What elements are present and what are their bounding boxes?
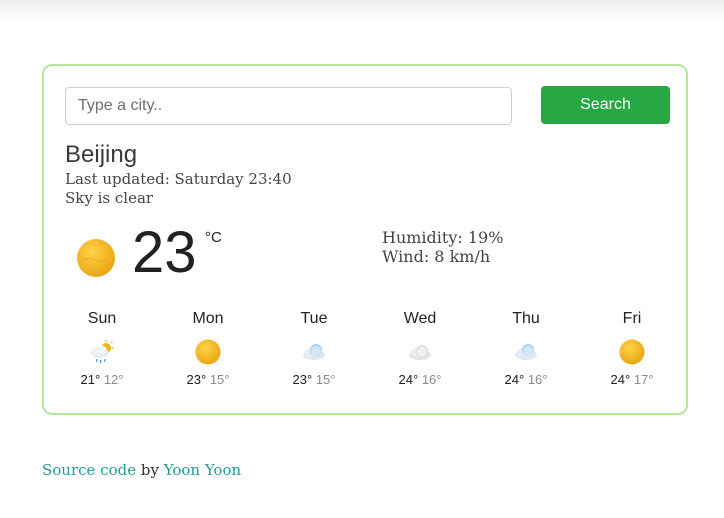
forecast-high: 24°: [398, 372, 419, 387]
weather-card: Search Beijing Last updated: Saturday 23…: [42, 64, 688, 415]
forecast-day-name: Fri: [622, 310, 642, 327]
forecast-day: Mon 23° 15°: [168, 310, 248, 387]
forecast-day: Tue 23° 15°: [274, 310, 354, 387]
weather-description: Sky is clear: [65, 189, 154, 207]
footer-by-text: by: [136, 461, 164, 479]
forecast-high: 24°: [504, 372, 525, 387]
sun-icon: [77, 239, 115, 277]
forecast-high: 23°: [292, 372, 313, 387]
cloud-gray-icon: [409, 345, 431, 360]
forecast-low: 16°: [527, 372, 548, 387]
sun-icon: [195, 339, 221, 365]
forecast-day: Wed 24° 16°: [380, 310, 460, 387]
city-name: Beijing: [65, 141, 138, 168]
wind: Wind: 8 km/h: [382, 247, 491, 266]
author-link[interactable]: Yoon Yoon: [164, 461, 241, 479]
forecast-low: 15°: [315, 372, 336, 387]
current-temperature: 23: [132, 220, 197, 285]
humidity: Humidity: 19%: [382, 228, 504, 247]
forecast-day-name: Sun: [87, 310, 117, 327]
cloud-icon: [515, 344, 537, 360]
forecast-low: 16°: [421, 372, 442, 387]
forecast-day: Fri 24° 17°: [592, 310, 672, 387]
forecast-day-name: Thu: [512, 310, 540, 327]
cloud-icon: [303, 344, 325, 360]
search-button[interactable]: Search: [541, 86, 670, 124]
footer: Source code by Yoon Yoon: [42, 461, 241, 479]
forecast-low: 15°: [209, 372, 230, 387]
forecast-day: Thu 24° 16°: [486, 310, 566, 387]
forecast-high: 24°: [610, 372, 631, 387]
forecast-low: 17°: [633, 372, 654, 387]
forecast-day: Sun 21° 12°: [62, 310, 142, 387]
forecast-day-name: Mon: [192, 310, 224, 327]
top-shadow: [0, 0, 724, 22]
sun-icon: [619, 339, 645, 365]
forecast-high: 23°: [186, 372, 207, 387]
last-updated: Last updated: Saturday 23:40: [65, 170, 292, 188]
forecast-day-name: Wed: [403, 310, 437, 327]
source-code-link[interactable]: Source code: [42, 461, 136, 479]
forecast-low: 12°: [103, 372, 124, 387]
rain-cloud-sun-icon: [91, 340, 114, 363]
temperature-unit: °C: [205, 229, 222, 246]
forecast-high: 21°: [80, 372, 101, 387]
city-search-input[interactable]: [65, 87, 512, 125]
forecast-day-name: Tue: [300, 310, 328, 327]
